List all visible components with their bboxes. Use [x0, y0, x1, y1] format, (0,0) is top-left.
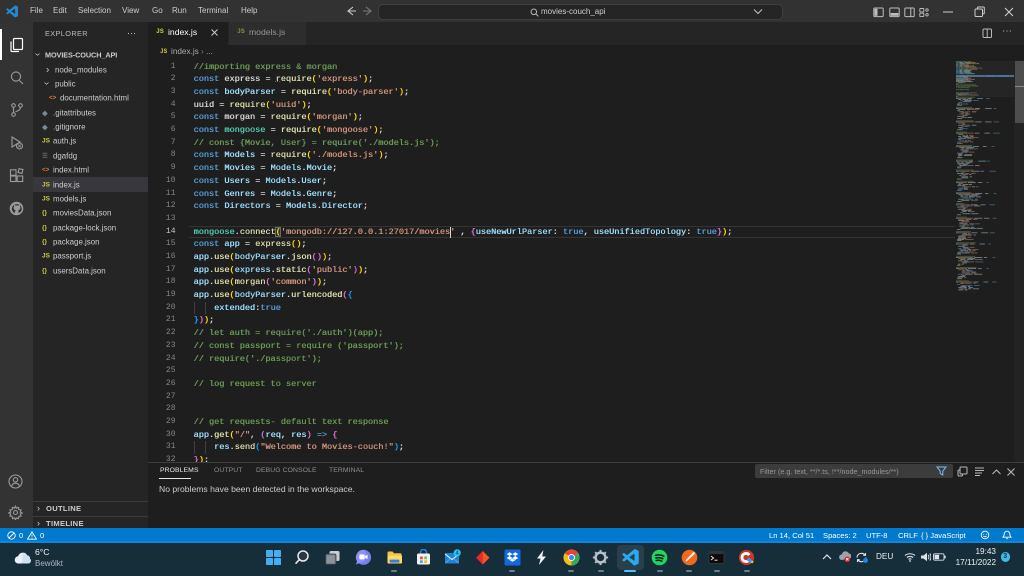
- svg-text:4: 4: [456, 550, 459, 556]
